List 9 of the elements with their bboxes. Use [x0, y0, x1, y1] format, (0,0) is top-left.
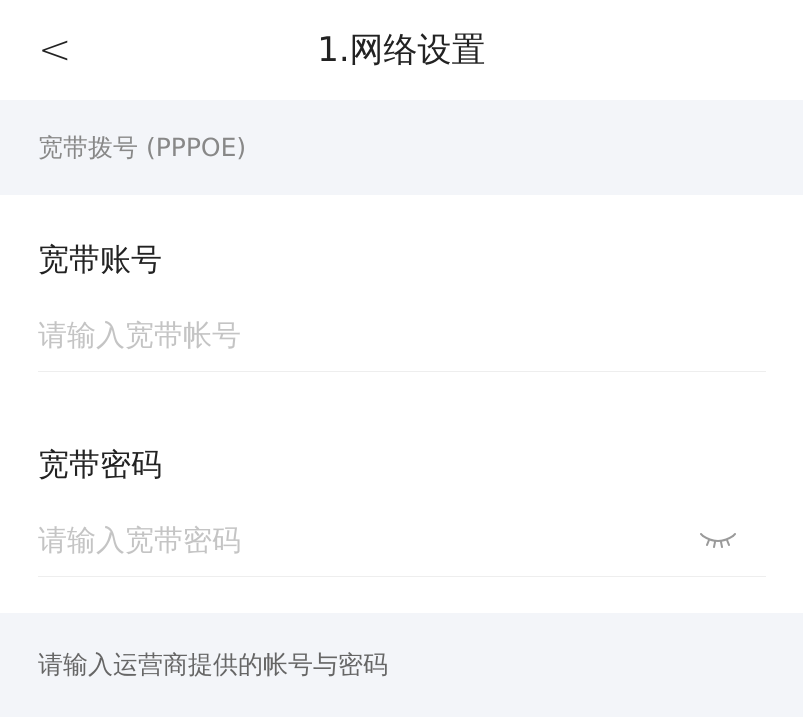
input-field[interactable]: 请输入宽带密码 — [38, 518, 700, 562]
field-label: 宽带密码 — [38, 446, 163, 485]
section-title: 宽带拨号 (PPPOE) — [38, 132, 246, 164]
eye-closed-icon[interactable] — [700, 532, 736, 548]
field-label: 宽带账号 — [38, 241, 163, 280]
page-title: 1.网络设置 — [317, 28, 486, 72]
input-field[interactable]: 请输入宽带帐号 — [38, 314, 766, 357]
back-button[interactable]: < — [38, 30, 72, 70]
hint-text: 请输入运营商提供的帐号与密码 — [38, 649, 388, 682]
